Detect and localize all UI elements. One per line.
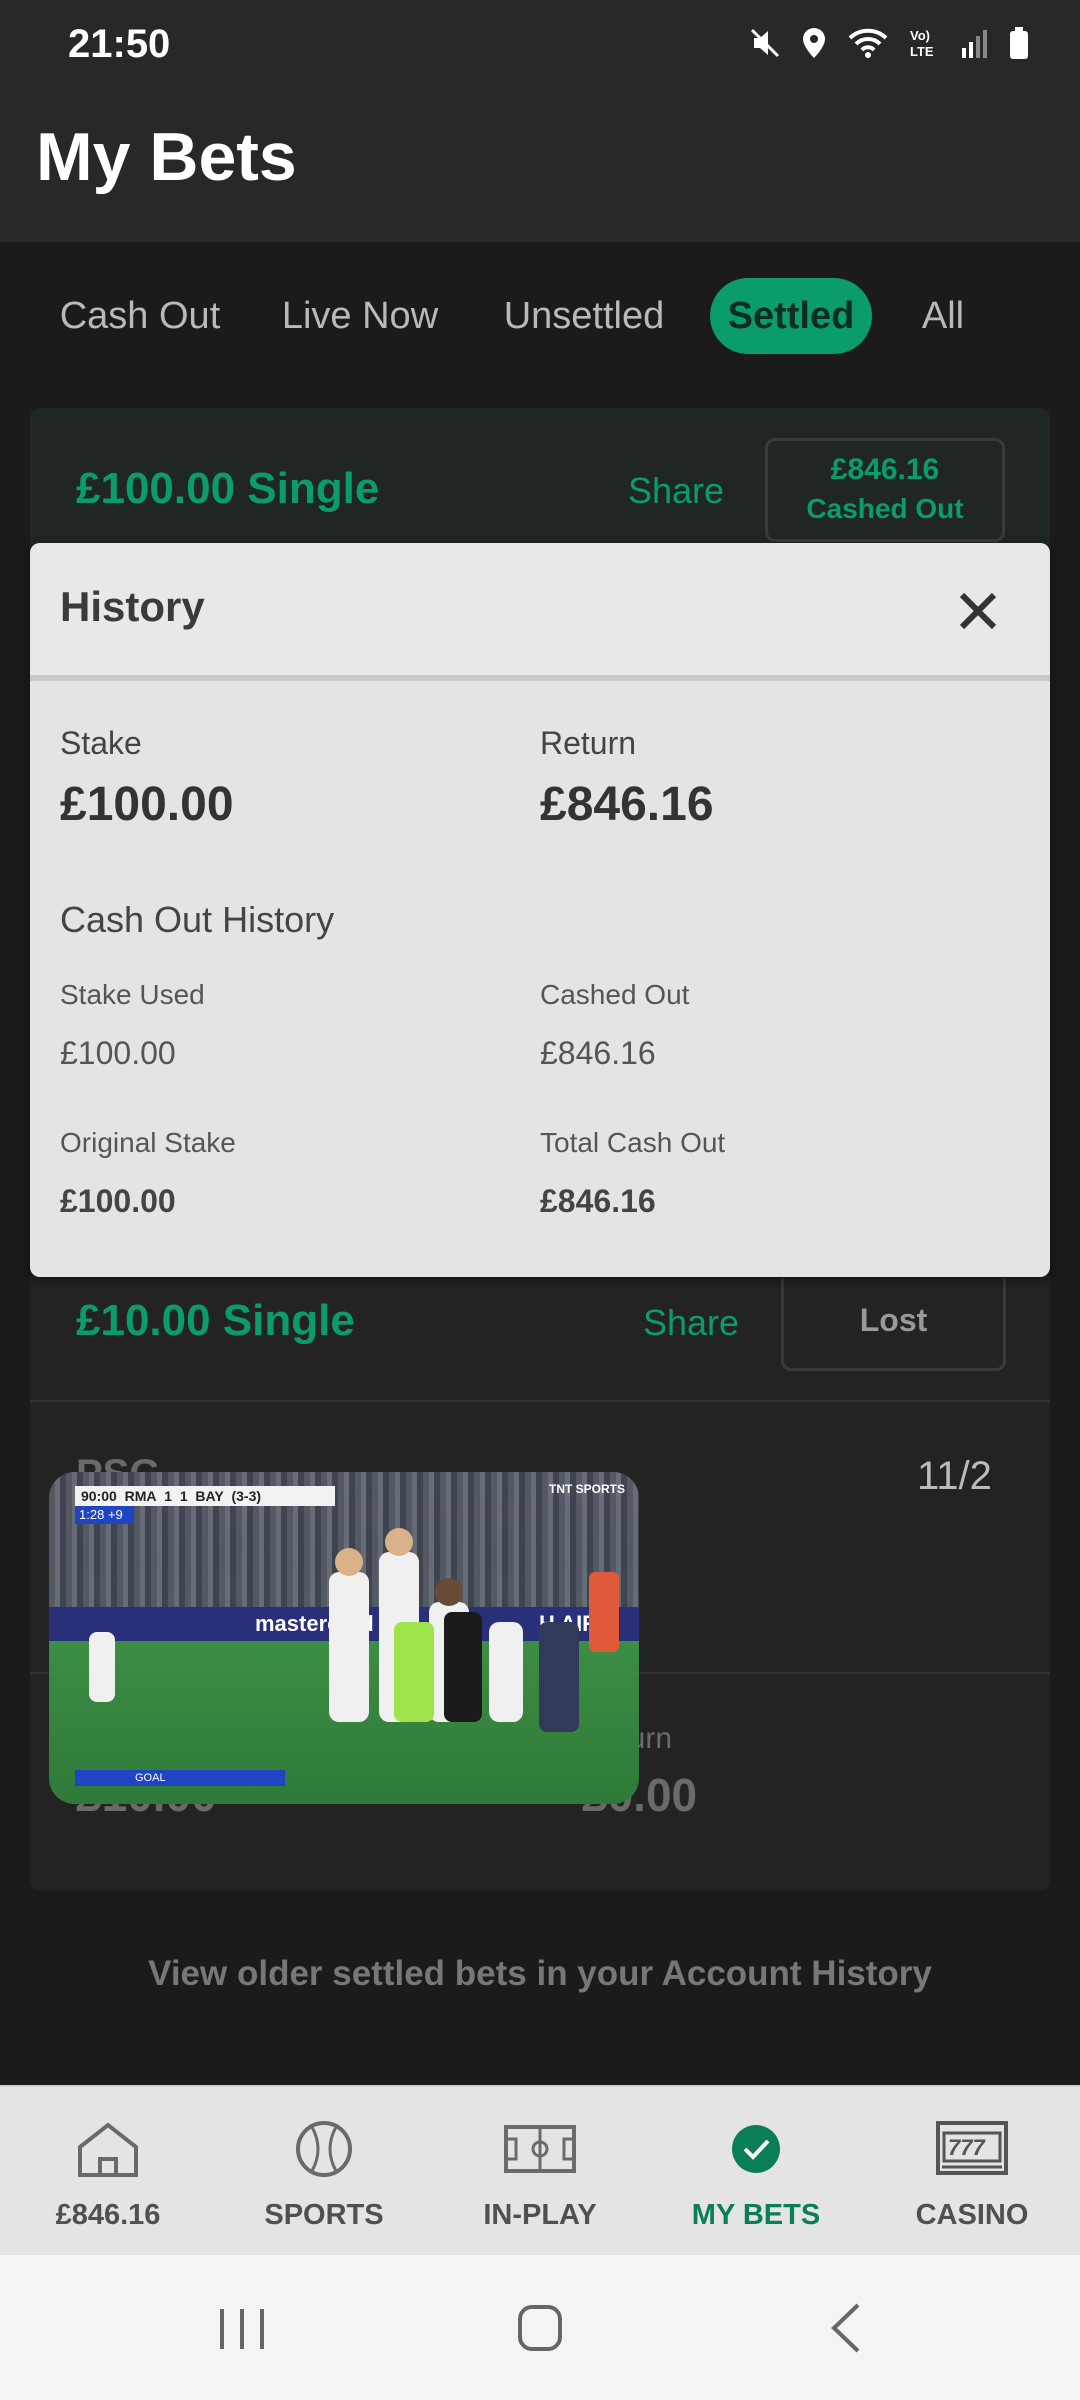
nav-label-sports: SPORTS [264,2199,384,2231]
lost-badge: Lost [781,1278,1006,1371]
signal-icon [962,30,987,58]
nav-label-in-play: IN-PLAY [483,2199,597,2231]
status-icons: Vo) LTE [748,26,1030,60]
app-header: My Bets [0,90,1080,242]
away-team: BAY [195,1488,224,1504]
bet-title-2[interactable]: £10.00 Single [76,1296,355,1346]
mute-icon [750,28,780,58]
page-title: My Bets [36,119,297,195]
nav-label-home: £846.16 [55,2199,161,2231]
cashed-out-amount: £846.16 [830,453,940,486]
tab-all[interactable]: All [906,278,980,354]
status-time: 21:50 [68,22,171,66]
stake-amount: £100.00 [60,778,234,831]
ball-icon [296,2121,352,2177]
home-team: RMA [124,1488,157,1504]
divider [30,1400,1050,1402]
bet-filter-tabs: Cash Out Live Now Unsettled Settled All [0,242,1080,392]
bottom-nav: £846.16 SPORTS IN-PLAY MY BETS 777 CASIN… [0,2085,1080,2255]
recent-apps-icon[interactable] [202,2293,282,2363]
cashed-out-label: Cashed Out [806,493,964,524]
nav-item-sports[interactable]: SPORTS [216,2087,432,2257]
history-modal: History Stake £100.00 Return £846.16 Cas… [30,543,1050,1277]
pitch-icon [504,2125,576,2173]
location-icon [803,28,825,58]
return-amount: £846.16 [540,778,714,831]
nav-item-in-play[interactable]: IN-PLAY [432,2087,648,2257]
slot-machine-icon: 777 [936,2121,1008,2175]
added-time-plus: +9 [107,1507,123,1522]
video-players [89,1528,619,1732]
cashed-out-value: £846.16 [540,1035,656,1071]
nav-label-casino: CASINO [915,2199,1029,2231]
total-cash-out-label: Total Cash Out [540,1127,726,1158]
cashed-out-badge: £846.16 Cashed Out [765,438,1005,542]
cashed-out-label: Cashed Out [540,979,690,1010]
account-history-link[interactable]: View older settled bets in your Account … [0,1954,1080,1994]
home-score: 1 [164,1488,173,1504]
away-score: 1 [179,1488,188,1504]
original-stake-value: £100.00 [60,1183,176,1219]
home-icon [78,2122,138,2177]
tab-live-now[interactable]: Live Now [268,278,452,354]
bet-title[interactable]: £100.00 Single [76,464,379,514]
share-button-2[interactable]: Share [643,1302,739,1344]
svg-text:LTE: LTE [910,44,934,59]
tab-cash-out[interactable]: Cash Out [44,278,236,354]
stake-used-value: £100.00 [60,1035,176,1071]
stake-label: Stake [60,725,142,761]
modal-header: History [30,543,1050,681]
total-cash-out-value: £846.16 [540,1183,656,1219]
score-strip: 90:00 RMA 1 1 BAY (3-3) [75,1486,335,1506]
video-pip-player[interactable]: mastercard H AIRL 90:00 RMA 1 1 BAY (3-3… [49,1472,639,1804]
system-nav-bar [0,2255,1080,2400]
original-stake-label: Original Stake [60,1127,236,1158]
share-button[interactable]: Share [628,470,724,512]
back-icon[interactable] [808,2293,888,2363]
wifi-icon [848,28,888,58]
added-time: 1:28 +9 [75,1506,133,1524]
nav-item-home[interactable]: £846.16 [0,2087,216,2257]
nav-label-my-bets: MY BETS [691,2199,821,2231]
nav-item-casino[interactable]: 777 CASINO [864,2087,1080,2257]
modal-title: History [60,583,205,630]
broadcaster-logo: TNT SPORTS [549,1482,626,1496]
svg-text:Vo): Vo) [910,28,930,43]
cash-out-history-heading: Cash Out History [60,899,335,940]
odds-value: 11/2 [917,1454,992,1498]
goal-bar: GOAL [75,1770,285,1786]
tab-settled[interactable]: Settled [710,278,872,354]
home-button-icon[interactable] [500,2293,580,2363]
svg-text:777: 777 [948,2135,986,2160]
aggregate-score: (3-3) [231,1488,262,1504]
close-icon[interactable] [950,583,1006,639]
added-time-clock: 1:28 [79,1507,105,1522]
nav-item-my-bets[interactable]: MY BETS [648,2087,864,2257]
stake-used-label: Stake Used [60,979,205,1010]
return-label: Return [540,725,637,761]
battery-icon [1010,27,1028,59]
status-bar: 21:50 Vo) LTE [0,0,1080,90]
check-icon [732,2125,780,2173]
volte-icon: Vo) LTE [910,28,934,59]
match-clock: 90:00 [81,1488,117,1504]
tab-unsettled[interactable]: Unsettled [492,278,676,354]
